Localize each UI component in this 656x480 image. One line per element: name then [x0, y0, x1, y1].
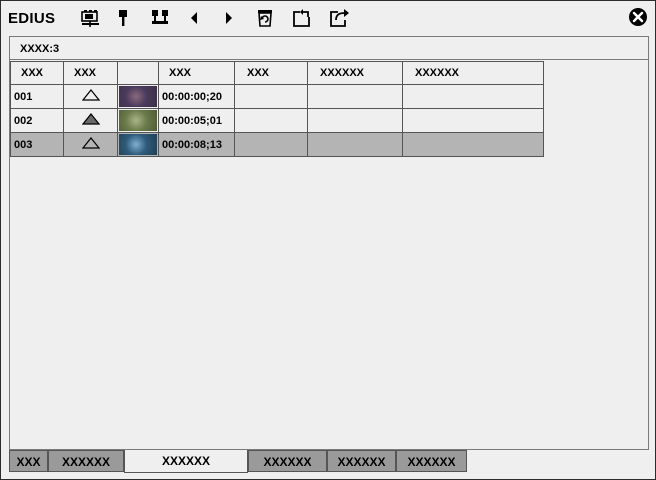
marker-type-cell: [63, 108, 118, 133]
close-button[interactable]: [628, 7, 648, 27]
column-header[interactable]: XXX: [10, 61, 64, 85]
clip-thumbnail: [119, 86, 157, 107]
thumbnail-cell: [117, 132, 159, 157]
empty-cell: [234, 132, 308, 157]
previous-button[interactable]: [182, 6, 206, 30]
previous-arrow-icon: [191, 12, 197, 24]
import-icon: [293, 9, 310, 27]
empty-cell: [402, 132, 544, 157]
clip-number-cell: 002: [10, 108, 64, 133]
table-row[interactable]: 002 00:00:05;01: [10, 108, 544, 133]
refresh-icon: [258, 10, 272, 27]
empty-cell: [307, 132, 403, 157]
empty-cell: [307, 84, 403, 109]
outline-triangle-icon: [81, 137, 100, 149]
tab-2[interactable]: XXXXXX: [124, 450, 248, 473]
clip-thumbnail: [119, 134, 157, 155]
split-marker-icon: [152, 10, 168, 24]
column-header-thumbnail[interactable]: [117, 61, 159, 85]
thumbnail-cell: [117, 108, 159, 133]
tab-0[interactable]: XXX: [9, 450, 48, 472]
clip-table: XXX XXX XXX XXX XXXXXX XXXXXX 001 00:00:0…: [10, 61, 544, 157]
empty-cell: [234, 84, 308, 109]
clip-marker-window: EDIUS XXXX:3 XXX XXX XXX XXX XXXXXX XXXX…: [0, 0, 656, 480]
outline-triangle-icon: [81, 89, 100, 101]
empty-cell: [402, 84, 544, 109]
close-circle-icon: [629, 8, 647, 26]
column-header[interactable]: XXXXXX: [402, 61, 544, 85]
tab-1[interactable]: XXXXXX: [48, 450, 124, 472]
clip-count-label: XXXX:3: [10, 37, 648, 60]
app-logo: EDIUS: [8, 10, 56, 27]
table-row[interactable]: 003 00:00:08;13: [10, 132, 544, 157]
timecode-cell: 00:00:08;13: [158, 132, 235, 157]
split-marker-button[interactable]: [148, 6, 172, 30]
import-button[interactable]: [290, 6, 314, 30]
empty-cell: [402, 108, 544, 133]
clip-number-cell: 001: [10, 84, 64, 109]
tab-4[interactable]: XXXXXX: [327, 450, 396, 472]
table-header-row: XXX XXX XXX XXX XXXXXX XXXXXX: [10, 61, 544, 85]
add-clip-button[interactable]: [79, 6, 103, 30]
column-header[interactable]: XXX: [63, 61, 118, 85]
column-header[interactable]: XXX: [158, 61, 235, 85]
column-header[interactable]: XXX: [234, 61, 308, 85]
tab-5[interactable]: XXXXXX: [396, 450, 467, 472]
timecode-cell: 00:00:00;20: [158, 84, 235, 109]
export-icon: [330, 9, 349, 27]
clip-number-cell: 003: [10, 132, 64, 157]
marker-type-cell: [63, 84, 118, 109]
thumbnail-cell: [117, 84, 159, 109]
toolbar: EDIUS: [1, 1, 655, 35]
add-clip-icon: [81, 10, 99, 27]
empty-cell: [234, 108, 308, 133]
tab-3[interactable]: XXXXXX: [248, 450, 327, 472]
filled-triangle-icon: [81, 113, 100, 125]
mark-in-button[interactable]: [111, 6, 135, 30]
timecode-cell: 00:00:05;01: [158, 108, 235, 133]
empty-cell: [307, 108, 403, 133]
next-button[interactable]: [217, 6, 241, 30]
export-button[interactable]: [327, 6, 351, 30]
clip-thumbnail: [119, 110, 157, 131]
table-row[interactable]: 001 00:00:00;20: [10, 84, 544, 109]
next-arrow-icon: [226, 12, 232, 24]
marker-type-cell: [63, 132, 118, 157]
clip-list-panel: XXXX:3 XXX XXX XXX XXX XXXXXX XXXXXX 001…: [9, 36, 649, 450]
column-header[interactable]: XXXXXX: [307, 61, 403, 85]
mark-in-icon: [119, 10, 127, 26]
refresh-button[interactable]: [253, 6, 277, 30]
